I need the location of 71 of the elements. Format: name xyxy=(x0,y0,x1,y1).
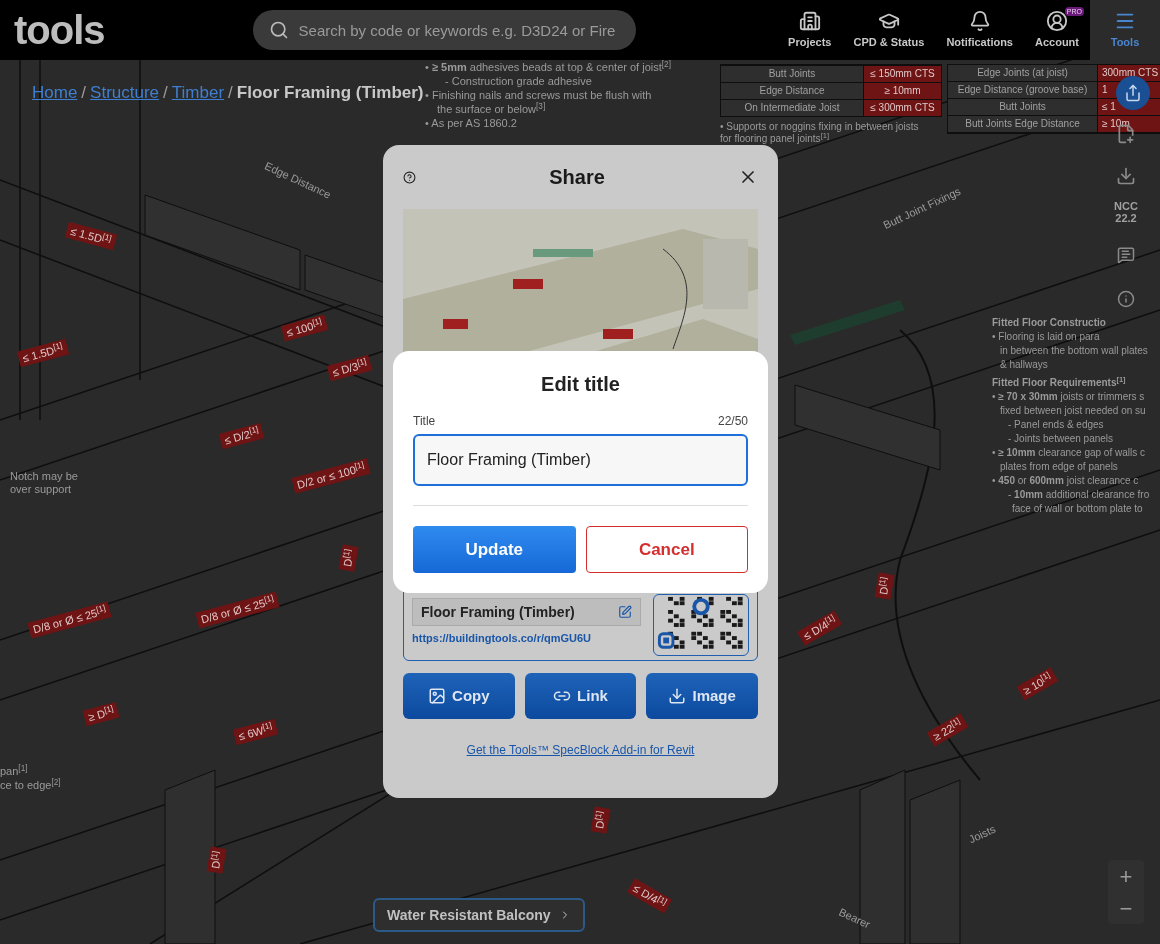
drawing-caption: Joists xyxy=(965,821,999,848)
field-label: Title xyxy=(413,413,436,430)
note-text: - Joints between panels xyxy=(1007,432,1115,445)
user-icon xyxy=(1046,9,1068,32)
dialog-title: Edit title xyxy=(541,372,620,397)
download-icon xyxy=(668,687,687,705)
share-title: Floor Framing (Timber) xyxy=(421,602,575,622)
note-text: fixed between joist needed on su xyxy=(999,404,1147,417)
breadcrumb-link[interactable]: Structure xyxy=(90,80,160,106)
nav-tab[interactable]: CPD & Status xyxy=(842,0,936,60)
note-text: pan$^{[1]}$ xyxy=(0,764,29,778)
section-heading: Fitted Floor Constructio xyxy=(992,316,1107,329)
table-cell: ≤ 300mm CTS xyxy=(864,100,941,116)
nav-tab[interactable]: Tools xyxy=(1090,0,1160,60)
note-text: ce to edge$^{[2]}$ xyxy=(0,778,61,792)
note-text: face of wall or bottom plate to xyxy=(1011,502,1144,515)
note-text: • ≥ 70 x 30mm joists or trimmers s xyxy=(992,390,1146,403)
logo[interactable]: tools xyxy=(14,10,105,50)
page-title: Floor Framing (Timber) xyxy=(236,82,424,104)
share-action-button[interactable]: Link xyxy=(524,673,637,719)
note-text: - Construction grade adhesive xyxy=(444,74,593,88)
title-input[interactable]: Floor Framing (Timber) xyxy=(413,434,748,486)
version-label[interactable]: NCC 22.2 xyxy=(1114,200,1138,224)
breadcrumb-link[interactable]: Home xyxy=(32,80,78,106)
nav-tab[interactable]: Notifications xyxy=(935,0,1024,60)
note-text: • As per AS 1860.2 xyxy=(425,116,518,130)
building-icon xyxy=(798,9,821,32)
share-action-button[interactable]: Copy xyxy=(403,673,515,719)
breadcrumb-link[interactable]: Timber xyxy=(171,80,225,106)
share-action-button[interactable]: Image xyxy=(646,673,758,719)
help-icon[interactable] xyxy=(403,170,416,184)
table-cell: ≤ 150mm CTS xyxy=(864,66,941,82)
table-cell: 300mm CTS xyxy=(1098,65,1160,81)
search-icon xyxy=(268,20,289,40)
breadcrumb-separator: / xyxy=(81,82,87,104)
download-icon[interactable] xyxy=(1116,166,1136,186)
note-text: • ≥ 5mm adhesives beads at top & center of joist$^{[2]}$ xyxy=(425,60,671,74)
section-heading: Fitted Floor Requirements$^{[1]}$ xyxy=(992,376,1127,389)
bell-icon xyxy=(968,9,991,32)
next-page-button[interactable]: Water Resistant Balcony xyxy=(373,898,585,932)
note-text: • Finishing nails and screws must be flush with xyxy=(425,88,653,102)
note-text: - Panel ends & edges xyxy=(1007,418,1105,431)
share-title-field[interactable]: Floor Framing (Timber) xyxy=(412,598,641,626)
table-cell: ≥ 10mm xyxy=(864,83,941,99)
dialog-title: Share xyxy=(549,165,605,190)
note-text: the surface or below$^{[3]}$ xyxy=(436,102,547,116)
note-text: & hallways xyxy=(999,358,1049,371)
edit-icon[interactable] xyxy=(618,605,632,619)
note-text: plates from edge of panels xyxy=(999,460,1119,473)
info-icon[interactable] xyxy=(1117,290,1135,308)
note-text: • Flooring is laid on para xyxy=(992,330,1101,343)
search-field[interactable]: Search by code or keywords e.g. D3D24 or Fire xyxy=(252,10,636,50)
note-text: in between the bottom wall plates xyxy=(999,344,1149,357)
cancel-button[interactable]: Cancel xyxy=(585,526,748,573)
note-text: • 450 or 600mm joist clearance c xyxy=(992,474,1140,487)
image-icon xyxy=(428,687,447,705)
breadcrumb-separator: / xyxy=(163,82,168,104)
character-counter: 22/50 xyxy=(717,413,748,430)
share-icon xyxy=(1124,84,1142,102)
breadcrumb-separator: / xyxy=(228,82,233,104)
zoom-in-button[interactable]: + xyxy=(1108,860,1144,892)
note-text: • Supports or noggins fixing in between joists for flooring panel joints$^{[1]}$ xyxy=(720,121,920,145)
update-button[interactable]: Update xyxy=(413,526,576,573)
note-text: • ≥ 10mm clearance gap of walls c xyxy=(992,446,1146,459)
zoom-out-button[interactable]: − xyxy=(1108,892,1144,924)
note-text: - 10mm additional clearance fro xyxy=(1007,488,1150,501)
drawing-caption: Notch may be over support xyxy=(10,470,79,496)
comment-icon[interactable] xyxy=(1117,246,1135,264)
nav-tab[interactable]: Projects xyxy=(777,0,843,60)
share-url[interactable]: https://buildingtools.co/r/qmGU6U xyxy=(412,630,641,647)
addin-link[interactable]: Get the Tools™ SpecBlock Add-in for Revit xyxy=(466,741,695,759)
